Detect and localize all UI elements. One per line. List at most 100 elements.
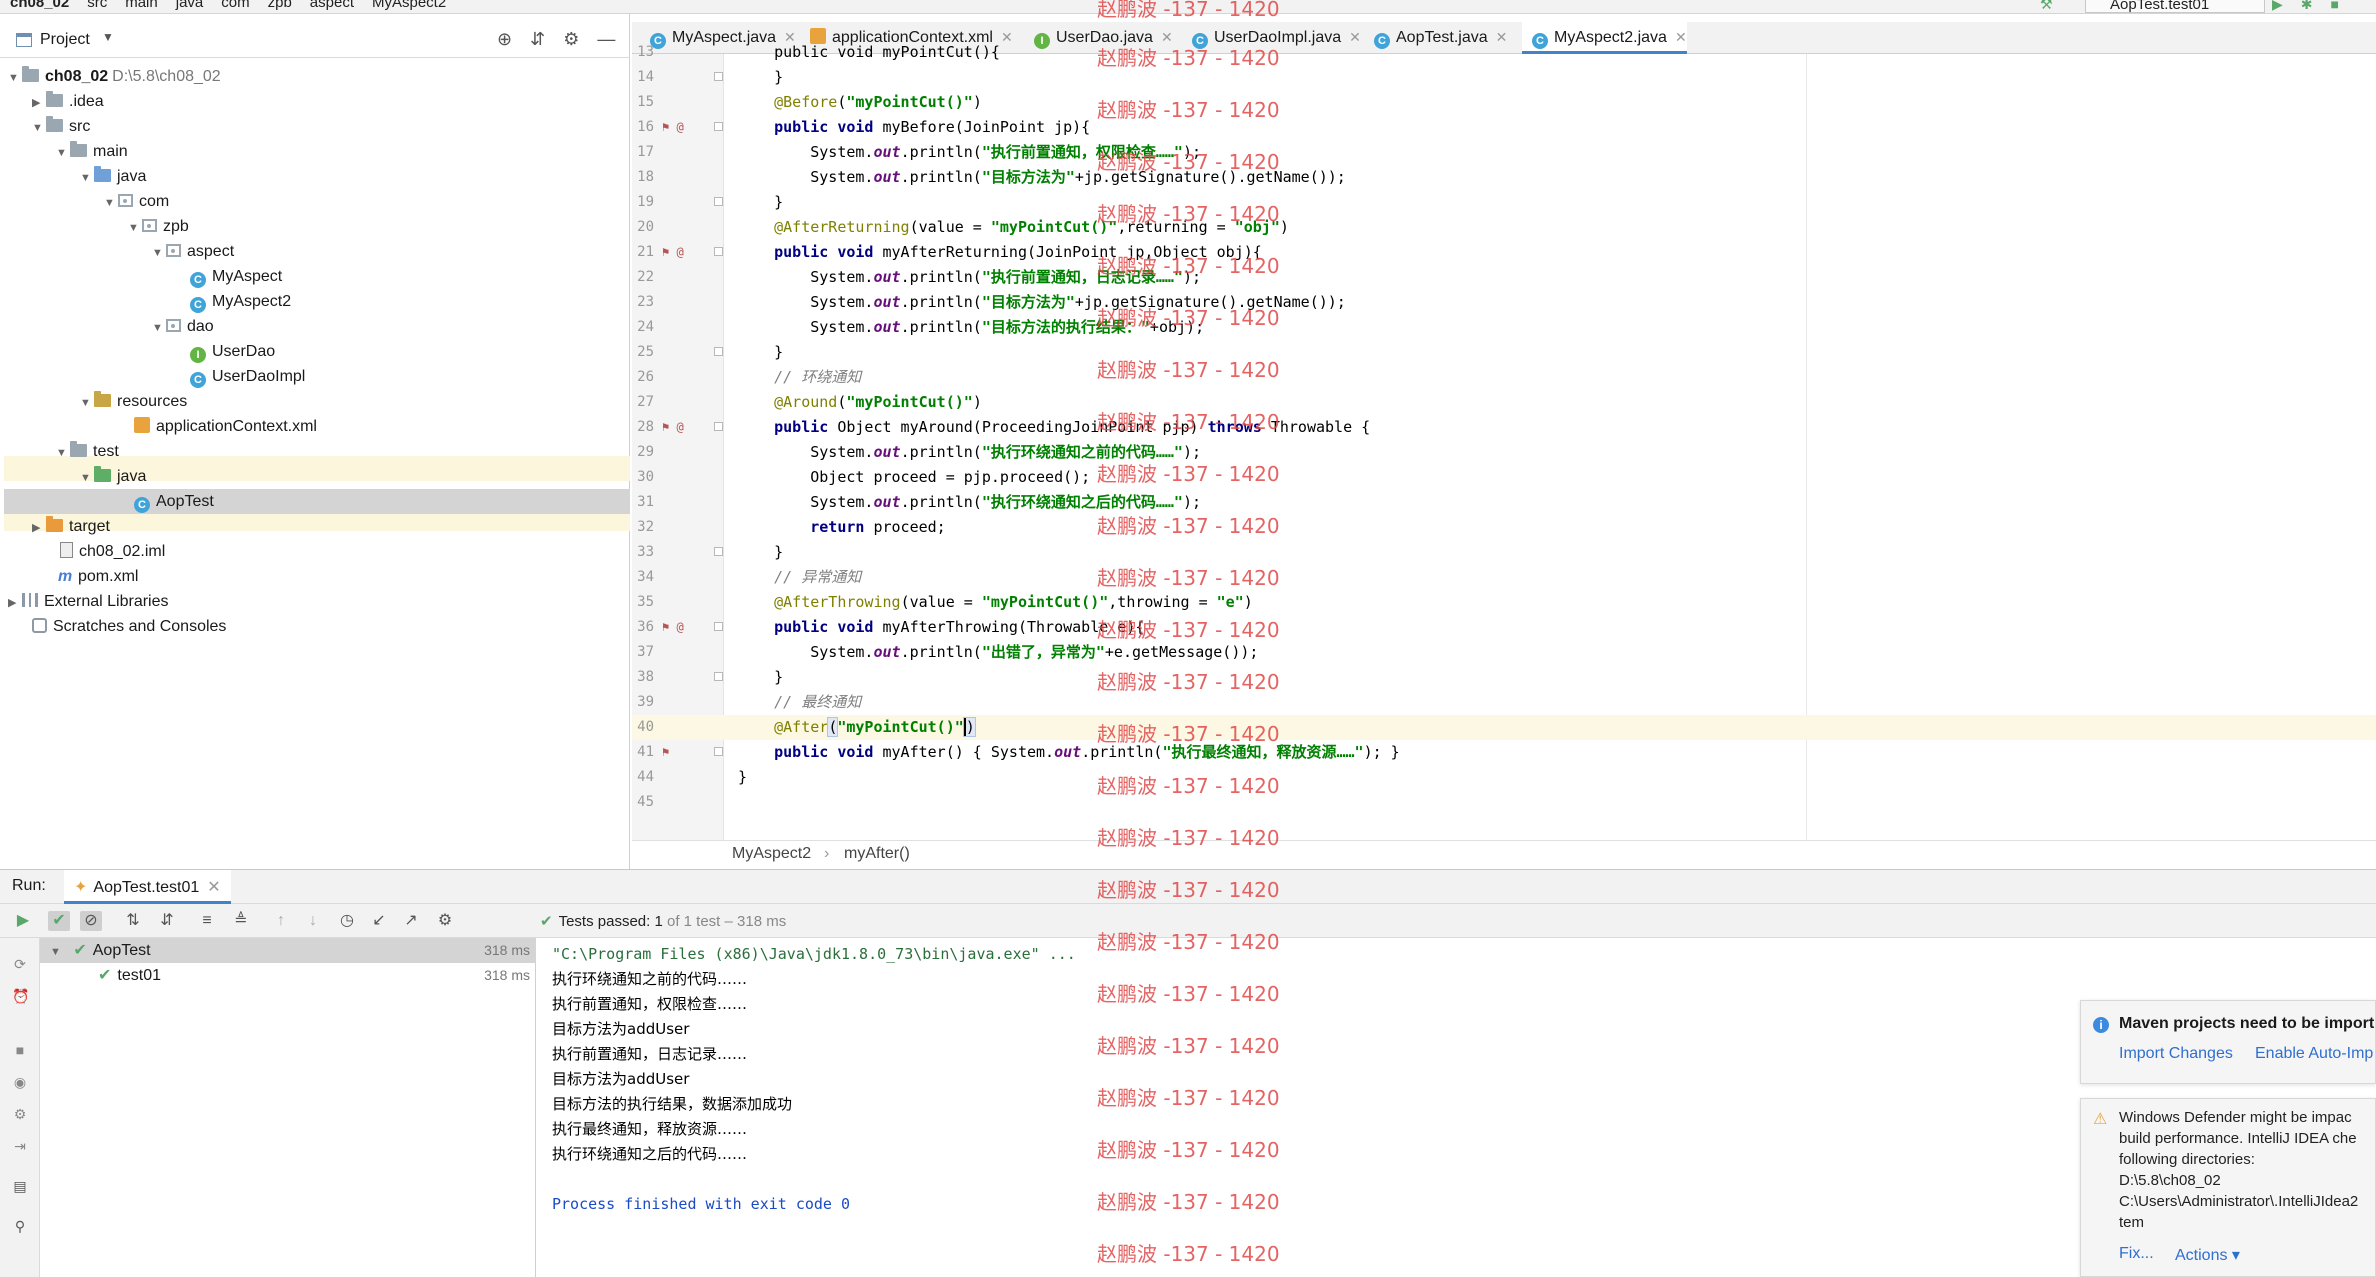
code-editor[interactable]: 13 public void myPointCut(){ 14 } 15 @Be…	[632, 43, 2376, 840]
breadcrumb-item[interactable]: java	[176, 0, 204, 11]
stop-icon[interactable]: ■	[12, 1042, 28, 1058]
tree-item-dao[interactable]: ▼ dao	[152, 314, 214, 339]
chevron-down-icon[interactable]: ▼	[102, 30, 114, 44]
breadcrumb: ch08_02 src main java com zpb aspect MyA…	[10, 0, 446, 11]
tree-item-src[interactable]: ▼ src	[32, 114, 90, 139]
console-output[interactable]: "C:\Program Files (x86)\Java\jdk1.8.0_73…	[552, 942, 2052, 1272]
tree-item-resources[interactable]: ▼ resources	[80, 389, 187, 414]
tree-item-myaspect[interactable]: C MyAspect	[190, 264, 282, 289]
advice-gutter-icon[interactable]: ⚑	[662, 740, 702, 765]
history-icon[interactable]: ◷	[336, 911, 358, 931]
tree-item-myaspect2[interactable]: C MyAspect2	[190, 289, 291, 314]
test-row[interactable]: ▼ ✔ AopTest 318 ms	[40, 938, 536, 963]
export-tests-icon[interactable]: ↗	[400, 911, 422, 931]
watermark: 赵鹏波 -137 - 1420	[1097, 98, 1280, 122]
tree-item-target[interactable]: ▶ target	[32, 514, 110, 539]
console-line: "C:\Program Files (x86)\Java\jdk1.8.0_73…	[552, 945, 1076, 963]
watermark: 赵鹏波 -137 - 1420	[1097, 982, 1280, 1006]
run-configuration-select[interactable]: AopTest.test01	[2085, 0, 2265, 13]
next-failed-icon[interactable]: ↓	[302, 911, 324, 931]
enable-auto-import-link[interactable]: Enable Auto-Imp	[2255, 1045, 2373, 1063]
close-icon[interactable]: ✕	[207, 879, 220, 896]
console-line: 执行前置通知，权限检查……	[552, 995, 748, 1013]
tree-item-java[interactable]: ▼ java	[80, 164, 146, 189]
tree-item-aspect[interactable]: ▼ aspect	[152, 239, 234, 264]
breadcrumb-item[interactable]: main	[125, 0, 158, 11]
tree-item-zpb[interactable]: ▼ zpb	[128, 214, 189, 239]
fix-link[interactable]: Fix...	[2119, 1245, 2154, 1263]
breadcrumb-item[interactable]: com	[221, 0, 249, 11]
show-ignored-icon[interactable]: ⊘	[80, 911, 102, 931]
tree-item-applicationcontext[interactable]: applicationContext.xml	[134, 414, 317, 439]
advice-gutter-icon[interactable]: ⚑ @	[662, 415, 702, 440]
hammer-icon[interactable]: ⚒	[2040, 0, 2053, 13]
project-view-selector[interactable]: Project	[40, 31, 90, 49]
tree-item-userdao[interactable]: I UserDao	[190, 339, 275, 364]
tree-item-project-root[interactable]: ▼ ch08_02 D:\5.8\ch08_02	[8, 64, 221, 89]
advice-gutter-icon[interactable]: ⚑ @	[662, 240, 702, 265]
debug-icon[interactable]: ✱	[2301, 0, 2313, 13]
tree-item-test-java[interactable]: ▼ java	[80, 464, 146, 489]
breadcrumb-item[interactable]: MyAspect2	[372, 0, 446, 11]
breadcrumb-method[interactable]: myAfter()	[844, 845, 910, 863]
watermark: 赵鹏波 -137 - 1420	[1097, 0, 1280, 21]
coverage-icon[interactable]: ■	[2331, 0, 2339, 13]
file-icon	[60, 542, 73, 558]
tab-run-config[interactable]: ✦ AopTest.test01 ✕	[64, 870, 231, 904]
sort-alpha-icon[interactable]: ⇅	[122, 911, 144, 931]
watermark: 赵鹏波 -137 - 1420	[1097, 202, 1280, 226]
breadcrumb-item[interactable]: aspect	[310, 0, 354, 11]
toggle-autotest-icon[interactable]: ⏰	[12, 988, 29, 1004]
tree-item-main[interactable]: ▼ main	[56, 139, 128, 164]
tree-item-iml[interactable]: ch08_02.iml	[60, 539, 165, 564]
sort-duration-icon[interactable]: ⇵	[156, 911, 178, 931]
tree-item-aoptest[interactable]: C AopTest	[4, 489, 630, 514]
previous-failed-icon[interactable]: ↑	[270, 911, 292, 931]
collapse-icon[interactable]: ⇵	[530, 29, 545, 50]
tree-item-pom[interactable]: m pom.xml	[58, 564, 138, 589]
advice-gutter-icon[interactable]: ⚑ @	[662, 615, 702, 640]
expand-all-icon[interactable]: ≡	[196, 911, 218, 931]
breadcrumb-item[interactable]: zpb	[268, 0, 292, 11]
pin-icon[interactable]: ⚲	[12, 1218, 28, 1234]
locate-icon[interactable]: ⊕	[497, 29, 512, 50]
run-icon[interactable]: ▶	[2272, 0, 2283, 13]
tree-item-userdaoimpl[interactable]: C UserDaoImpl	[190, 364, 305, 389]
breadcrumb-class[interactable]: MyAspect2	[732, 845, 811, 863]
editor-breadcrumb: MyAspect2 › myAfter()	[632, 840, 2376, 869]
windows-defender-notification: ⚠ Windows Defender might be impac build …	[2080, 1098, 2376, 1277]
breadcrumb-item[interactable]: src	[87, 0, 107, 11]
watermark: 赵鹏波 -137 - 1420	[1097, 826, 1280, 850]
console-line: Process finished with exit code 0	[552, 1195, 851, 1213]
info-icon: i	[2093, 1017, 2109, 1033]
test-row[interactable]: ✔ test01 318 ms	[40, 963, 536, 988]
tree-item-test[interactable]: ▼ test	[56, 439, 119, 464]
project-panel: Project ▼ ⊕ ⇵ ⚙ — ▼ ch08_02 D:\5.8\ch08_02…	[0, 14, 630, 869]
tree-item-external-libraries[interactable]: ▶ External Libraries	[8, 589, 169, 614]
camera-icon[interactable]: ◉	[12, 1074, 28, 1090]
interface-icon: I	[190, 347, 206, 363]
tree-item-idea[interactable]: ▶ .idea	[32, 89, 104, 114]
watermark: 赵鹏波 -137 - 1420	[1097, 1242, 1280, 1266]
tree-item-scratches[interactable]: Scratches and Consoles	[32, 614, 226, 639]
exit-icon[interactable]: ⇥	[12, 1138, 28, 1154]
collapse-all-icon[interactable]: ≜	[230, 911, 252, 931]
hide-icon[interactable]: —	[597, 29, 615, 50]
breadcrumb-item[interactable]: ch08_02	[10, 0, 69, 11]
gear-icon[interactable]: ⚙	[434, 911, 456, 931]
tree-item-com[interactable]: ▼ com	[104, 189, 169, 214]
show-passed-icon[interactable]: ✔	[48, 911, 70, 931]
watermark: 赵鹏波 -137 - 1420	[1097, 306, 1280, 330]
watermark: 赵鹏波 -137 - 1420	[1097, 618, 1280, 642]
gear-icon[interactable]: ⚙	[563, 29, 579, 50]
advice-gutter-icon[interactable]: ⚑ @	[662, 115, 702, 140]
check-icon: ✔	[73, 942, 87, 959]
settings-icon[interactable]: ⚙	[12, 1106, 28, 1122]
watermark: 赵鹏波 -137 - 1420	[1097, 774, 1280, 798]
import-changes-link[interactable]: Import Changes	[2119, 1045, 2233, 1063]
import-tests-icon[interactable]: ↙	[368, 911, 390, 931]
actions-dropdown[interactable]: Actions ▾	[2175, 1245, 2240, 1265]
rerun-failed-icon[interactable]: ⟳	[12, 956, 28, 972]
rerun-icon[interactable]: ▶	[12, 911, 34, 931]
layout-icon[interactable]: ▤	[12, 1178, 28, 1194]
